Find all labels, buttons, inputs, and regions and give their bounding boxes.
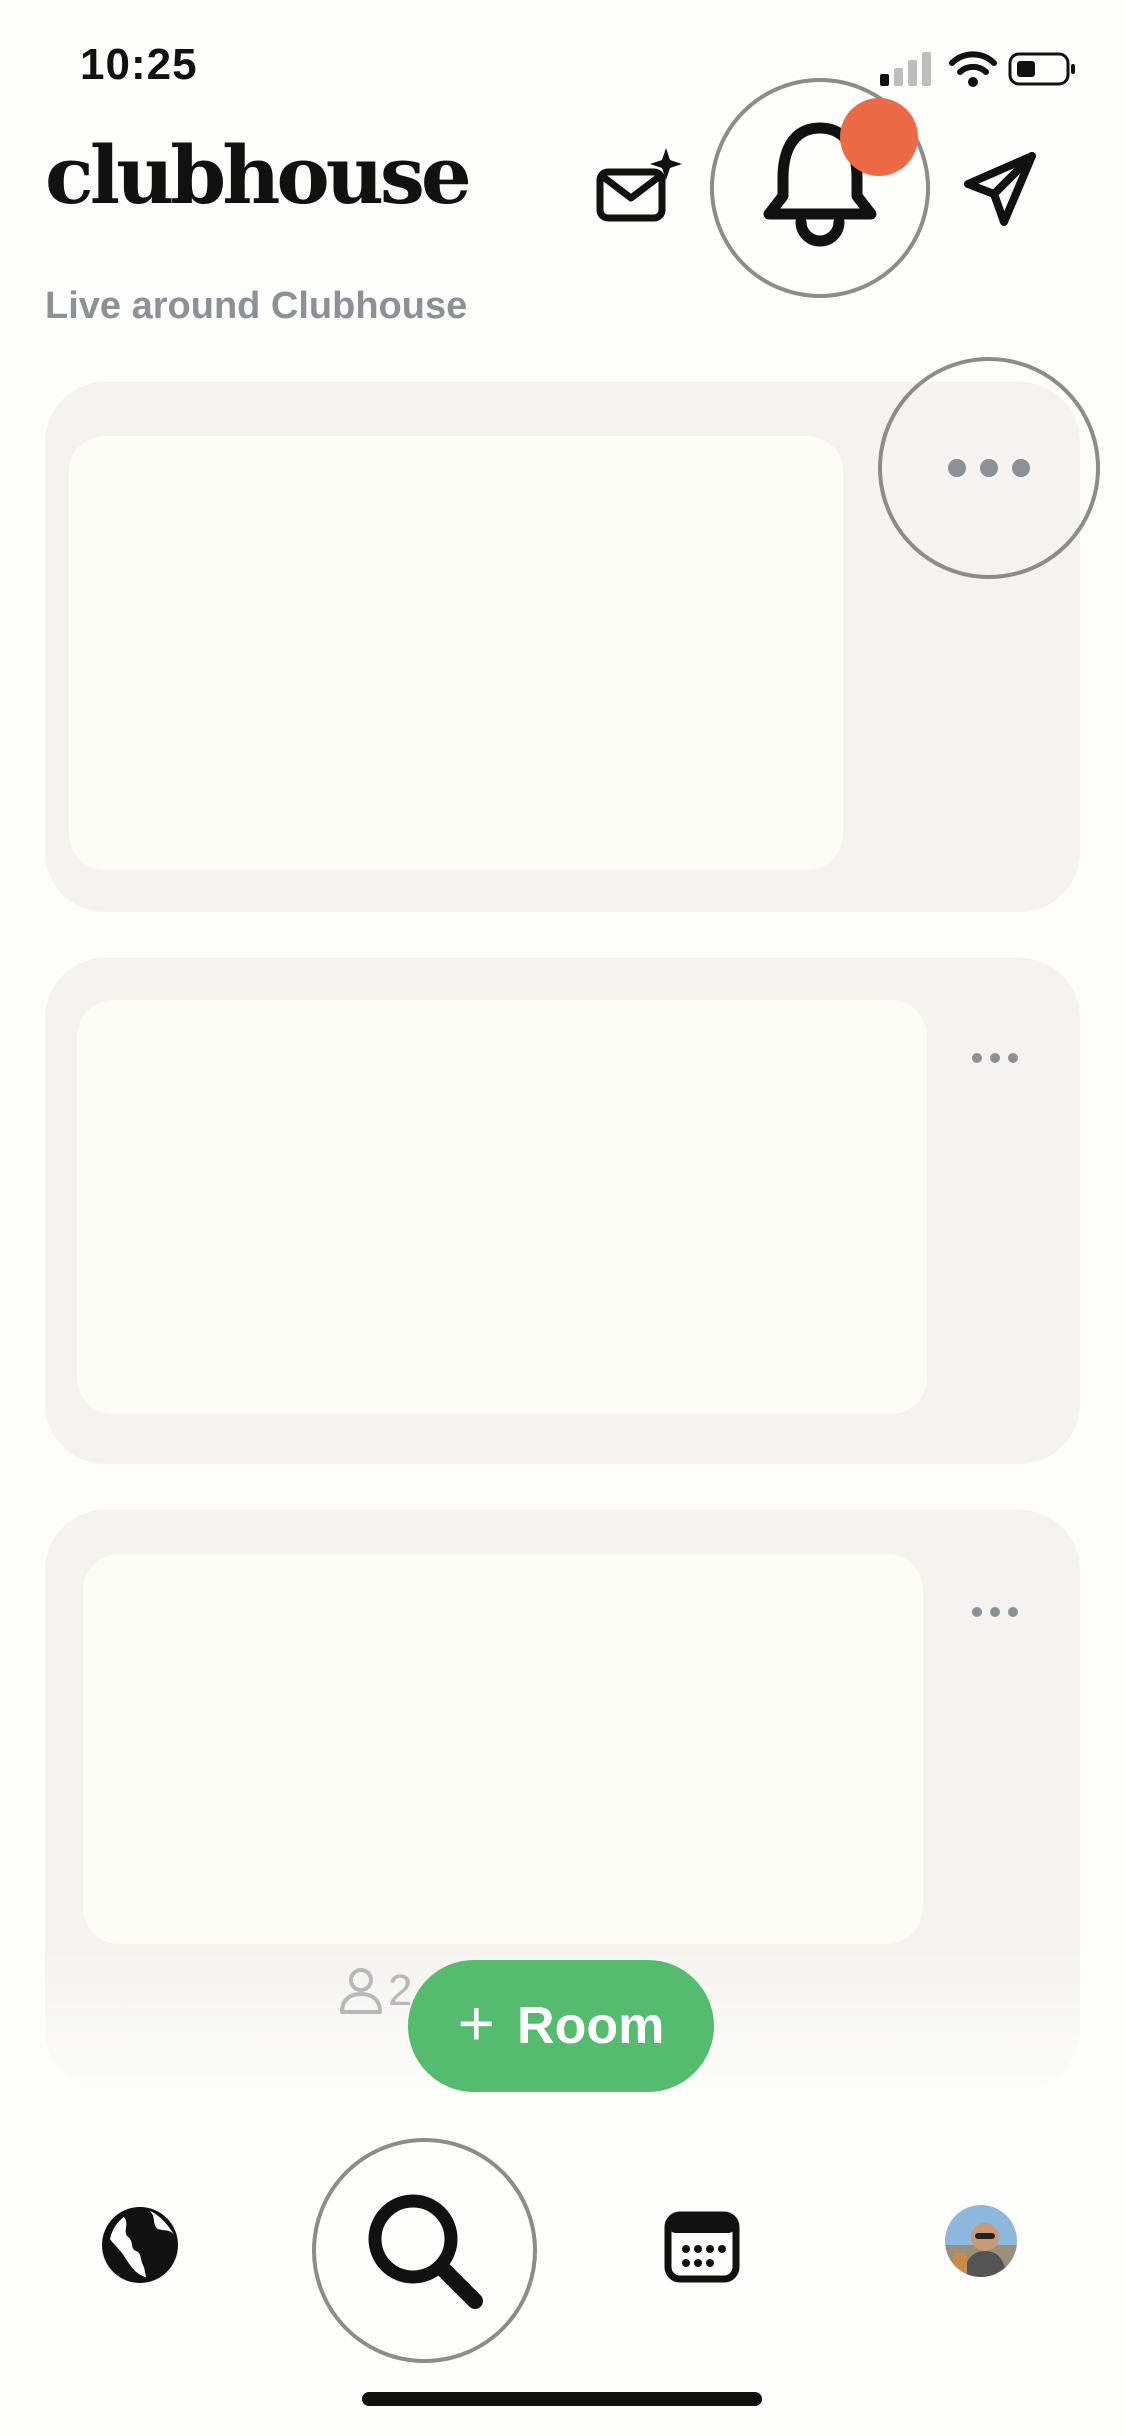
room-card-preview <box>69 436 843 870</box>
plus-icon: + <box>457 1987 496 2059</box>
more-options-button[interactable] <box>955 1038 1035 1078</box>
nav-events[interactable] <box>662 2205 742 2285</box>
globe-icon <box>102 2207 178 2283</box>
start-room-label: Room <box>517 1997 665 2055</box>
status-icons <box>880 51 1075 87</box>
room-card-preview <box>83 1554 923 1944</box>
room-card-preview <box>77 1000 927 1414</box>
status-time: 10:25 <box>80 40 198 89</box>
battery-icon <box>1008 52 1075 86</box>
nav-search[interactable] <box>312 2138 537 2363</box>
wifi-icon <box>949 51 997 87</box>
listener-count: 2 <box>338 1966 412 2016</box>
notification-badge <box>840 98 918 176</box>
start-room-button[interactable]: + Room <box>408 1960 714 2092</box>
app-logo: clubhouse <box>45 128 472 222</box>
nav-explore[interactable] <box>100 2205 180 2285</box>
invite-button[interactable] <box>590 140 690 240</box>
calendar-icon <box>664 2211 740 2283</box>
person-icon <box>340 1968 382 2014</box>
more-options-button[interactable] <box>955 1592 1035 1632</box>
more-options-button[interactable] <box>878 357 1100 579</box>
paper-plane-icon <box>964 152 1036 226</box>
more-horizontal-icon <box>948 459 1030 477</box>
section-subtitle: Live around Clubhouse <box>45 285 468 327</box>
search-icon <box>368 2194 483 2309</box>
more-horizontal-icon <box>972 1053 1018 1063</box>
nav-profile[interactable] <box>945 2205 1017 2277</box>
signal-icon <box>880 52 931 86</box>
mail-sparkle-icon <box>596 148 682 222</box>
avatar <box>945 2205 1017 2277</box>
listener-count-value: 2 <box>388 1966 413 2015</box>
room-card[interactable] <box>45 958 1080 1464</box>
more-horizontal-icon <box>972 1607 1018 1617</box>
home-indicator <box>362 2392 762 2406</box>
messages-button[interactable] <box>950 140 1050 240</box>
